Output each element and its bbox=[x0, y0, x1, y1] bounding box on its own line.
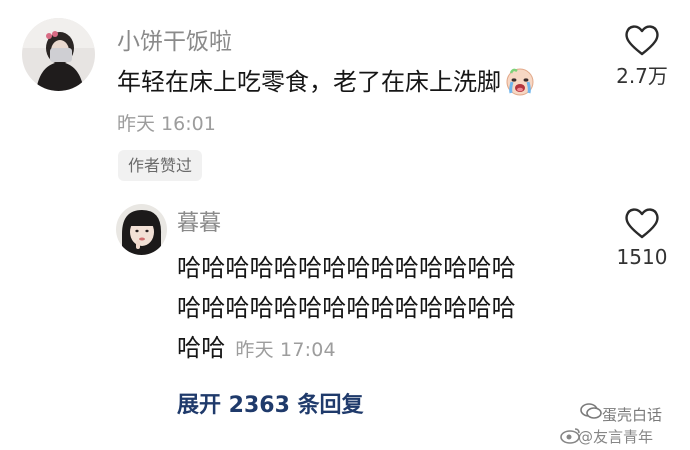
reply-text-line-2: 哈哈哈哈哈哈哈哈哈哈哈哈哈哈 bbox=[177, 294, 516, 322]
like-count-reply: 1510 bbox=[616, 245, 668, 269]
watermark-text-2: @友言青年 bbox=[578, 428, 654, 446]
reply-time: 昨天 17:04 bbox=[235, 339, 336, 361]
like-button-reply[interactable] bbox=[619, 203, 665, 243]
expand-replies-button[interactable]: 展开 2363 条回复 bbox=[177, 387, 364, 419]
avatar-reply[interactable] bbox=[116, 204, 167, 255]
reply-text-line-3: 哈哈 昨天 17:04 bbox=[177, 328, 336, 363]
author-liked-badge: 作者赞过 bbox=[118, 150, 203, 181]
wechat-logo-icon bbox=[580, 402, 602, 424]
crying-face-icon bbox=[503, 63, 537, 97]
comment-username[interactable]: 小饼干饭啦 bbox=[117, 22, 232, 56]
reply-username[interactable]: 暮暮 bbox=[177, 205, 221, 237]
comment-time: 昨天 16:01 bbox=[117, 113, 216, 135]
reply-text-line-1: 哈哈哈哈哈哈哈哈哈哈哈哈哈哈 bbox=[177, 254, 516, 282]
like-count-main: 2.7万 bbox=[616, 64, 668, 88]
watermark-text-1: 蛋壳白话 bbox=[602, 406, 663, 424]
avatar-main[interactable] bbox=[22, 18, 95, 91]
like-button-main[interactable] bbox=[619, 20, 665, 60]
comment-text: 年轻在床上吃零食，老了在床上洗脚 bbox=[117, 62, 537, 97]
reply-text-line-3-content: 哈哈 bbox=[177, 334, 226, 362]
comment-text-content: 年轻在床上吃零食，老了在床上洗脚 bbox=[117, 68, 501, 96]
watermark: 蛋壳白话 @友言青年 bbox=[556, 400, 686, 448]
